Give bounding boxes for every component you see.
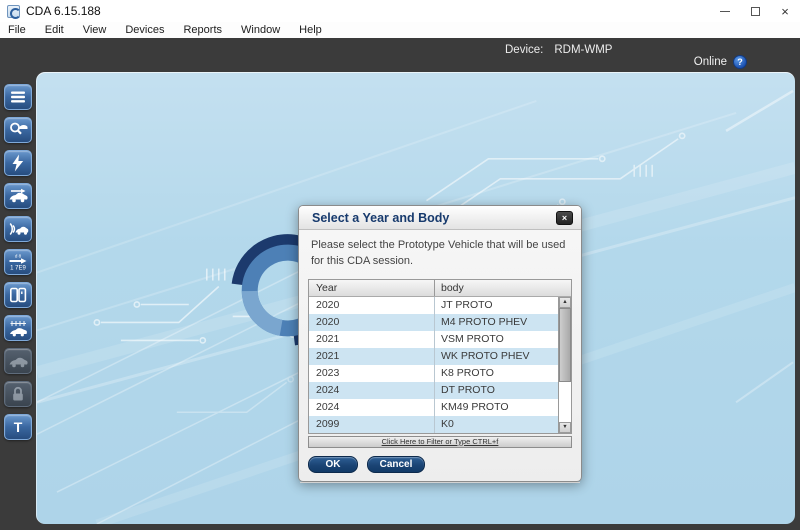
device-status: Device: RDM-WMP (505, 44, 612, 56)
cell-year: 2021 (309, 331, 435, 348)
vehicle-wireless-icon (8, 219, 29, 239)
cell-body: K0 (435, 416, 558, 433)
sidebar-item-vehicle-search[interactable] (4, 117, 32, 143)
can-message-icon: d 8 1 7E9 (7, 252, 29, 272)
dialog-footer (300, 482, 580, 494)
table-row[interactable]: 2023 K8 PROTO (309, 365, 558, 382)
cell-year: 2020 (309, 297, 435, 314)
menu-edit[interactable]: Edit (45, 24, 64, 36)
cell-body: K8 PROTO (435, 365, 558, 382)
dialog-message: Please select the Prototype Vehicle that… (299, 230, 581, 275)
app-header: Device: RDM-WMP Online ? (0, 38, 800, 72)
maximize-button[interactable] (740, 0, 770, 22)
column-header-body[interactable]: body (435, 280, 571, 296)
cancel-button[interactable]: Cancel (367, 456, 425, 473)
vehicle-data-transfer-icon (8, 186, 29, 206)
table-row[interactable]: 2021 WK PROTO PHEV (309, 348, 558, 365)
dialog-title: Select a Year and Body (312, 211, 449, 225)
cell-year: 2024 (309, 399, 435, 416)
table-row[interactable]: 2024 KM49 PROTO (309, 399, 558, 416)
table-row[interactable]: 2024 DT PROTO (309, 382, 558, 399)
dialog-buttons: OK Cancel (308, 456, 581, 473)
menu-icon (8, 87, 28, 107)
online-status: Online ? (694, 55, 747, 69)
cell-body: KM49 PROTO (435, 399, 558, 416)
column-header-year[interactable]: Year (309, 280, 435, 296)
sidebar-item-can-message[interactable]: d 8 1 7E9 (4, 249, 32, 275)
help-icon[interactable]: ? (733, 55, 747, 69)
flash-icon (8, 153, 28, 173)
table-scrollbar[interactable]: ▲ ▼ (558, 297, 571, 433)
cell-body: VSM PROTO (435, 331, 558, 348)
menu-view[interactable]: View (83, 24, 107, 36)
cell-body: WK PROTO PHEV (435, 348, 558, 365)
sidebar-item-vehicle-wireless[interactable] (4, 216, 32, 242)
device-value: RDM-WMP (554, 44, 612, 56)
table-body: 2020 JT PROTO 2020 M4 PROTO PHEV 2021 VS… (309, 297, 558, 433)
close-icon: × (781, 5, 789, 18)
cell-year: 2020 (309, 314, 435, 331)
app-icon (7, 5, 20, 18)
vehicle-disabled-icon (8, 351, 29, 371)
select-year-body-dialog: Select a Year and Body × Please select t… (298, 205, 582, 482)
cell-year: 2024 (309, 382, 435, 399)
minimize-icon (720, 11, 730, 12)
online-label: Online (694, 56, 727, 68)
table-row[interactable]: 2099 K0 (309, 416, 558, 433)
window-title: CDA 6.15.188 (26, 4, 101, 18)
lock-icon (8, 384, 28, 404)
sidebar-item-vehicle-program[interactable] (4, 315, 32, 341)
can-id-label: 1 7E9 (10, 266, 26, 272)
table-row[interactable]: 2020 JT PROTO (309, 297, 558, 314)
menu-help[interactable]: Help (299, 24, 322, 36)
app-window: CDA 6.15.188 × File Edit View Devices Re… (0, 0, 800, 530)
menu-window[interactable]: Window (241, 24, 280, 36)
sidebar: d 8 1 7E9 (0, 72, 36, 530)
vehicle-table: Year body 2020 JT PROTO 2020 M4 PROTO PH… (308, 279, 572, 434)
filter-bar[interactable]: Click Here to Filter or Type CTRL+f (308, 436, 572, 448)
sidebar-item-flash[interactable] (4, 150, 32, 176)
cell-year: 2021 (309, 348, 435, 365)
table-row[interactable]: 2021 VSM PROTO (309, 331, 558, 348)
menu-devices[interactable]: Devices (125, 24, 164, 36)
sidebar-item-menu[interactable] (4, 84, 32, 110)
vehicle-search-icon (8, 120, 28, 140)
sidebar-item-text-tool[interactable]: T (4, 414, 32, 440)
cell-year: 2099 (309, 416, 435, 433)
scrollbar-thumb[interactable] (559, 308, 571, 382)
device-label: Device: (505, 44, 543, 56)
menubar: File Edit View Devices Reports Window He… (0, 22, 800, 38)
titlebar: CDA 6.15.188 × (0, 0, 800, 22)
text-tool-icon: T (8, 417, 28, 437)
dialog-close-icon: × (562, 213, 567, 223)
scroll-down-icon[interactable]: ▼ (559, 422, 571, 433)
dialog-titlebar: Select a Year and Body × (299, 206, 581, 230)
cell-body: M4 PROTO PHEV (435, 314, 558, 331)
sidebar-item-vehicle-data-transfer[interactable] (4, 183, 32, 209)
menu-reports[interactable]: Reports (183, 24, 222, 36)
cell-year: 2023 (309, 365, 435, 382)
table-row[interactable]: 2020 M4 PROTO PHEV (309, 314, 558, 331)
maximize-icon (751, 7, 760, 16)
cell-body: JT PROTO (435, 297, 558, 314)
text-tool-label: T (14, 419, 23, 435)
menu-file[interactable]: File (8, 24, 26, 36)
sidebar-item-vehicle-disabled (4, 348, 32, 374)
dialog-close-button[interactable]: × (556, 211, 573, 225)
sidebar-item-lock (4, 381, 32, 407)
sidebar-item-data-panels[interactable] (4, 282, 32, 308)
close-button[interactable]: × (770, 0, 800, 22)
svg-text:d 8: d 8 (15, 254, 22, 259)
vehicle-program-icon (8, 318, 29, 338)
scroll-up-icon[interactable]: ▲ (559, 297, 571, 308)
window-controls: × (710, 0, 800, 22)
cell-body: DT PROTO (435, 382, 558, 399)
minimize-button[interactable] (710, 0, 740, 22)
data-panels-icon (8, 285, 28, 305)
table-header: Year body (309, 280, 571, 297)
ok-button[interactable]: OK (308, 456, 358, 473)
